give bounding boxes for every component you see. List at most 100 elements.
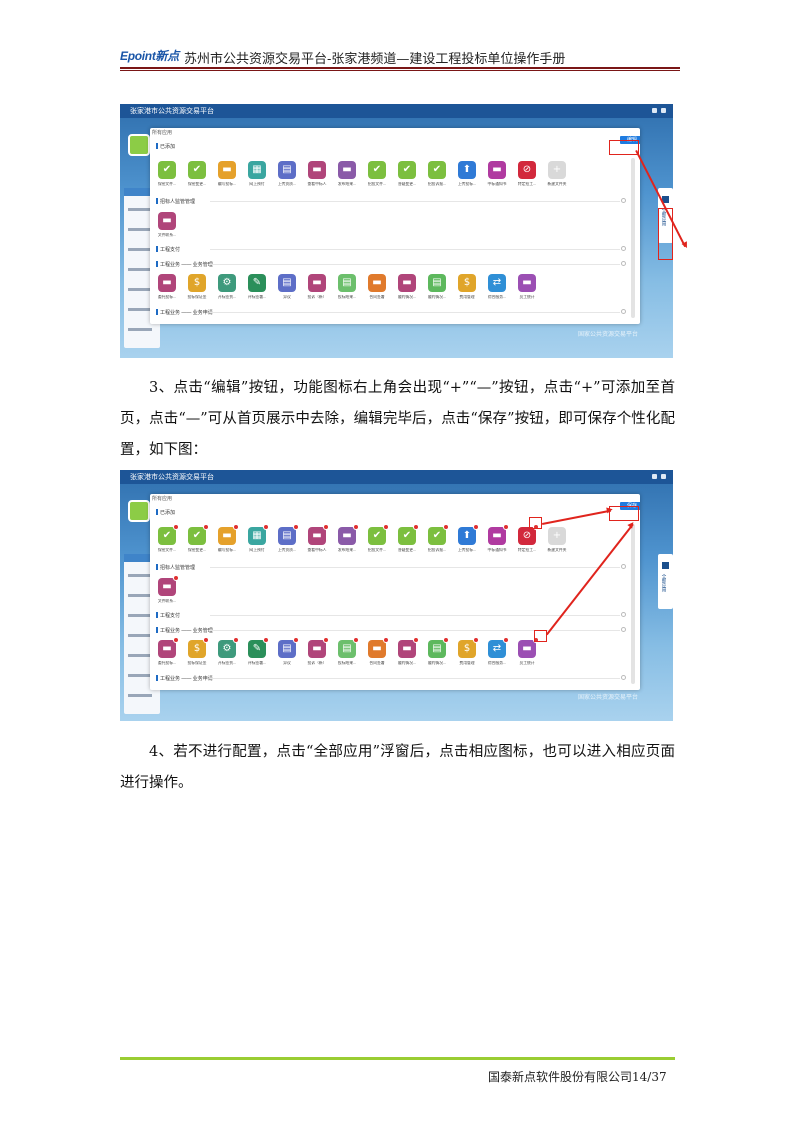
app-icon-label: 评标签署...: [247, 295, 267, 299]
app-icon-label: 保密变更...: [187, 548, 207, 552]
app-icon[interactable]: ▬: [398, 637, 419, 658]
edit-mark-icon[interactable]: [323, 637, 329, 643]
app-icon[interactable]: ✔: [428, 161, 446, 179]
app-icon[interactable]: ✔: [158, 161, 176, 179]
app-icon[interactable]: ▤: [428, 637, 449, 658]
app-icon[interactable]: ✔: [158, 524, 179, 545]
app-icon[interactable]: ✔: [368, 524, 389, 545]
edit-mark-icon[interactable]: [173, 575, 179, 581]
app-icon[interactable]: $: [458, 274, 476, 292]
app-icon[interactable]: ⊘: [518, 161, 536, 179]
edit-mark-icon[interactable]: [413, 524, 419, 530]
app-icon[interactable]: ▬: [488, 524, 509, 545]
dialog-scrollbar[interactable]: [631, 158, 635, 318]
app-icon[interactable]: ▤: [278, 524, 299, 545]
app-icon[interactable]: ⇄: [488, 637, 509, 658]
app-icon[interactable]: +: [548, 161, 566, 179]
edit-mark-icon[interactable]: [503, 637, 509, 643]
app-icon[interactable]: ✔: [428, 524, 449, 545]
app-icon-label: 投诉（新）: [307, 295, 327, 299]
edit-mark-icon[interactable]: [263, 637, 269, 643]
edit-mark-icon[interactable]: [473, 524, 479, 530]
app-icon-label: 费用管理: [459, 661, 475, 665]
page-total: /37: [647, 1070, 667, 1084]
app-icon[interactable]: ▤: [278, 161, 296, 179]
app-icon[interactable]: ✔: [398, 161, 416, 179]
app-icon[interactable]: ✔: [398, 524, 419, 545]
edit-mark-icon[interactable]: [263, 524, 269, 530]
app-icon[interactable]: ⬆: [458, 161, 476, 179]
app-icon[interactable]: $: [458, 637, 479, 658]
paragraph-step3: 3、点击“编辑”按钮，功能图标右上角会出现“+”“—”按钮，点击“+”可添加至首…: [120, 380, 675, 458]
app-icon[interactable]: ▬: [158, 575, 179, 596]
edit-mark-icon[interactable]: [203, 637, 209, 643]
edit-mark-icon[interactable]: [203, 524, 209, 530]
app-icon[interactable]: ⚙: [218, 637, 239, 658]
app-icon[interactable]: ▤: [278, 637, 299, 658]
edit-mark-icon[interactable]: [443, 637, 449, 643]
app-icon[interactable]: ▬: [308, 637, 329, 658]
edit-mark-icon[interactable]: [323, 524, 329, 530]
app-icon[interactable]: ✔: [368, 161, 386, 179]
edit-mark-icon[interactable]: [413, 637, 419, 643]
app-icon[interactable]: ✔: [188, 524, 209, 545]
dialog-scrollbar[interactable]: [631, 524, 635, 684]
app-icon[interactable]: ▬: [338, 161, 356, 179]
app-icon[interactable]: ✎: [248, 637, 269, 658]
app-icon[interactable]: ▬: [218, 524, 239, 545]
all-apps-float-tab[interactable]: 全部应用: [658, 554, 673, 609]
edit-mark-icon[interactable]: [293, 637, 299, 643]
app-icon[interactable]: ▬: [308, 161, 326, 179]
app-icon[interactable]: ▬: [338, 524, 359, 545]
app-icon[interactable]: ▤: [428, 274, 446, 292]
app-icon[interactable]: ▤: [338, 637, 359, 658]
app-icon[interactable]: ▬: [398, 274, 416, 292]
edit-mark-icon[interactable]: [473, 637, 479, 643]
app-icon-label: 保密文件...: [157, 548, 177, 552]
footer-rule: [120, 1057, 675, 1060]
app-icon[interactable]: ⊘: [518, 524, 539, 545]
app-icon-label: 投标保证金: [187, 661, 207, 665]
app-icon[interactable]: +: [548, 527, 566, 545]
app-icon[interactable]: ⇄: [488, 274, 506, 292]
edit-mark-icon[interactable]: [443, 524, 449, 530]
edit-mark-icon[interactable]: [233, 637, 239, 643]
edit-mark-icon[interactable]: [503, 524, 509, 530]
app-icon[interactable]: ▬: [158, 637, 179, 658]
app-icon[interactable]: ▬: [218, 161, 236, 179]
app-icon[interactable]: ⬆: [458, 524, 479, 545]
app-icon[interactable]: ▬: [518, 274, 536, 292]
app-icon[interactable]: ⚙: [218, 274, 236, 292]
app-icon[interactable]: $: [188, 274, 206, 292]
edit-mark-icon[interactable]: [233, 524, 239, 530]
edit-mark-icon[interactable]: [353, 524, 359, 530]
app-icon[interactable]: ▬: [308, 274, 326, 292]
app-icon[interactable]: ▤: [278, 274, 296, 292]
app-icon-label: 开标签到...: [217, 295, 237, 299]
edit-mark-icon[interactable]: [173, 637, 179, 643]
bell-icon: [652, 474, 657, 479]
edit-mark-icon[interactable]: [383, 524, 389, 530]
app-icon[interactable]: $: [188, 637, 209, 658]
app-icon[interactable]: ▬: [158, 212, 176, 230]
page-number: 14: [632, 1070, 648, 1084]
app-icon[interactable]: ▬: [368, 274, 386, 292]
app-icon[interactable]: ▬: [518, 637, 539, 658]
app-icon[interactable]: ▦: [248, 524, 269, 545]
app-icon[interactable]: ▦: [248, 161, 266, 179]
app-icon[interactable]: ▬: [308, 524, 329, 545]
edit-mark-icon[interactable]: [293, 524, 299, 530]
edit-mark-icon[interactable]: [173, 524, 179, 530]
highlight-plus-mark: [534, 630, 547, 642]
section-apply: 工程业务 —— 业务申请: [156, 675, 213, 682]
app-icon-label: 特定招工...: [517, 548, 537, 552]
edit-mark-icon[interactable]: [383, 637, 389, 643]
app-icon[interactable]: ✎: [248, 274, 266, 292]
edit-mark-icon[interactable]: [353, 637, 359, 643]
app-icon[interactable]: ▬: [368, 637, 389, 658]
app-icon[interactable]: ✔: [188, 161, 206, 179]
app-icon[interactable]: ▬: [488, 161, 506, 179]
app-icon-label: 履约情况...: [397, 661, 417, 665]
app-icon[interactable]: ▬: [158, 274, 176, 292]
app-icon[interactable]: ▤: [338, 274, 356, 292]
